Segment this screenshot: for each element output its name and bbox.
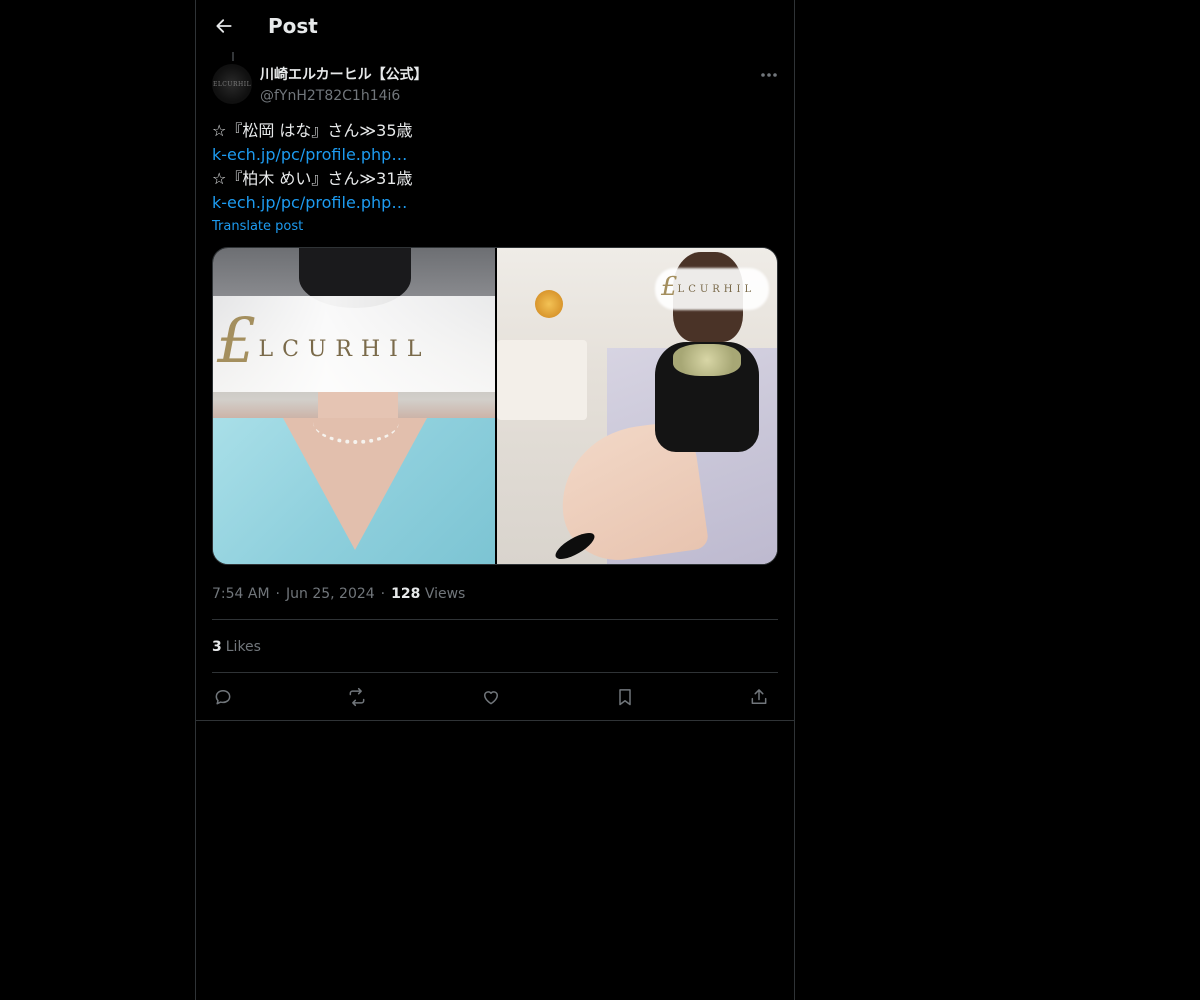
photo-lamp <box>535 290 563 318</box>
action-bar <box>212 682 778 712</box>
avatar[interactable]: ELCURHIL <box>212 64 252 104</box>
back-arrow-icon <box>216 19 232 33</box>
more-options-button[interactable] <box>756 66 782 84</box>
logo-word: LCURHIL <box>258 336 431 362</box>
views-count: 128 <box>391 586 421 602</box>
author-handle[interactable]: @fYnH2T82C1h14i6 <box>260 86 400 106</box>
media-photo[interactable]: £ LCURHIL <box>213 248 495 564</box>
avatar-logo: ELCURHIL <box>212 80 252 88</box>
photo-necklace <box>313 400 399 444</box>
like-button[interactable] <box>476 682 506 712</box>
brand-logo: £ LCURHIL <box>217 310 431 372</box>
logo-crest: £ <box>661 272 678 302</box>
logo-crest: £ <box>217 304 257 377</box>
likes-label: Likes <box>225 639 261 655</box>
likes-summary[interactable]: 3 Likes <box>212 637 261 657</box>
thread-connector-line <box>232 52 234 61</box>
more-horizontal-icon <box>761 73 777 77</box>
post-text-line: ☆『柏木 めい』さん≫31歳 <box>212 169 413 188</box>
post-text-line: ☆『松岡 はな』さん≫35歳 <box>212 121 413 140</box>
profile-link[interactable]: k-ech.jp/pc/profile.php… <box>212 143 778 167</box>
reply-button[interactable] <box>208 682 238 712</box>
repost-button[interactable] <box>342 682 372 712</box>
bookmark-icon <box>619 689 631 706</box>
brand-logo: £ LCURHIL <box>661 274 755 300</box>
views-label: Views <box>424 586 466 602</box>
bookmark-button[interactable] <box>610 682 640 712</box>
back-button[interactable] <box>208 10 240 42</box>
share-button[interactable] <box>744 682 774 712</box>
photo-table <box>497 340 587 420</box>
meta-separator: · <box>380 586 386 602</box>
post-metadata: 7:54 AM · Jun 25, 2024 · 128 Views <box>212 584 465 604</box>
divider <box>212 672 778 673</box>
media-grid: £ LCURHIL £ LCURHIL <box>212 247 778 565</box>
divider <box>196 720 794 721</box>
photo-lace <box>673 344 741 376</box>
share-icon <box>751 689 767 704</box>
likes-count: 3 <box>212 639 222 655</box>
page-header: Post <box>196 0 794 53</box>
logo-word: LCURHIL <box>677 283 756 295</box>
post-text: ☆『松岡 はな』さん≫35歳 k-ech.jp/pc/profile.php… … <box>212 119 778 215</box>
page-title: Post <box>268 14 318 38</box>
post-date[interactable]: Jun 25, 2024 <box>286 586 375 602</box>
media-photo[interactable]: £ LCURHIL <box>497 248 777 564</box>
translate-post-link[interactable]: Translate post <box>212 218 303 236</box>
heart-icon <box>484 691 498 705</box>
reply-icon <box>215 690 231 705</box>
repost-icon <box>349 687 365 707</box>
post-time[interactable]: 7:54 AM <box>212 586 270 602</box>
main-column: Post ELCURHIL 川崎エルカーヒル【公式】 @fYnH2T82C1h1… <box>195 0 795 1000</box>
profile-link[interactable]: k-ech.jp/pc/profile.php… <box>212 191 778 215</box>
meta-separator: · <box>275 586 280 602</box>
author-display-name[interactable]: 川崎エルカーヒル【公式】 <box>260 65 428 85</box>
divider <box>212 619 778 620</box>
